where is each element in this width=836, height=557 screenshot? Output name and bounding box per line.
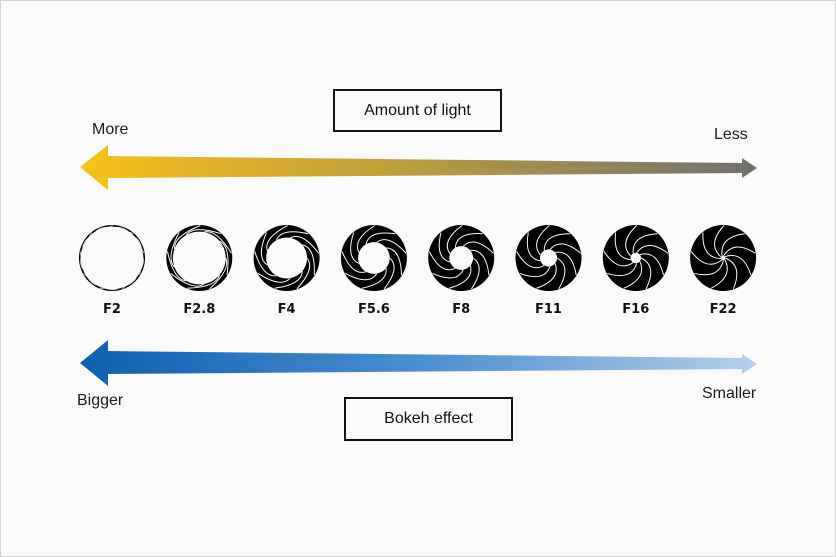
f-number-label: F16 [622,302,649,317]
bokeh-effect-title: Bokeh effect [384,410,473,427]
aperture-opening [266,237,308,279]
bokeh-arrow [80,340,757,386]
aperture-f2: F2 [79,225,145,317]
amount-of-light-box: Amount of light [333,89,502,132]
aperture-f22: F22 [690,225,757,317]
aperture-f2-8: F2.8 [166,225,233,317]
f-number-label: F2 [103,302,121,317]
amount-of-light-title: Amount of light [364,101,471,119]
f-number-label: F5.6 [358,302,390,317]
more-label: More [92,121,129,138]
aperture-opening [358,242,390,274]
f-number-label: F4 [278,302,296,317]
f-number-label: F8 [452,302,470,317]
aperture-f11: F11 [515,225,582,317]
aperture-diagram: F2 F2.8 F4 F5.6 F8 F11 F16 F22 [79,145,757,386]
bokeh-effect-box: Bokeh effect [344,397,513,441]
aperture-opening [449,246,474,270]
light-arrow [80,145,757,190]
aperture-f16: F16 [602,225,669,317]
f-number-label: F11 [535,302,562,317]
aperture-f4: F4 [253,225,320,317]
f-number-label: F2.8 [183,302,215,317]
aperture-opening [172,231,226,285]
less-label: Less [714,126,748,143]
smaller-label: Smaller [702,385,757,402]
aperture-opening [539,249,558,267]
aperture-f8: F8 [428,225,495,317]
f-number-label: F22 [710,302,737,317]
aperture-f5-6: F5.6 [340,225,407,317]
bigger-label: Bigger [77,392,124,409]
